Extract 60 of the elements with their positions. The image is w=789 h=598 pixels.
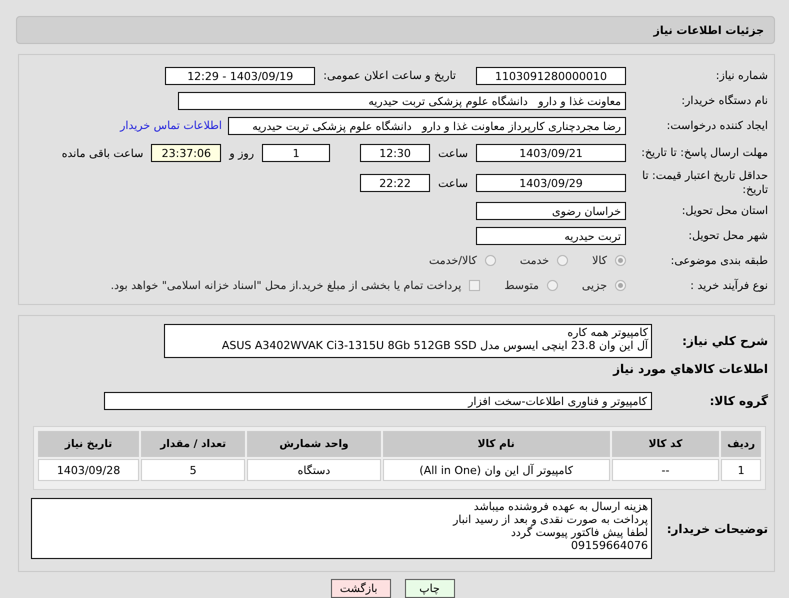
table-cell: 1403/09/28 (38, 459, 140, 481)
field-label: شرح کلي نياز: (681, 334, 769, 348)
radio-button[interactable] (546, 280, 558, 291)
description-field: کامپیوتر همه کاره آل این وان 23.8 اینچی ایسوس مدل ASUS A3402WVAK Ci3-1315U 8Gb 512GB SSD (164, 324, 652, 358)
days-field: 1 (262, 144, 330, 162)
field-label: ایجاد کننده درخواست: (666, 119, 769, 132)
field-label: گروه کالا: (708, 394, 769, 408)
need-number-field: 1103091280000010 (476, 66, 626, 84)
table-cell: دستگاه (247, 459, 381, 481)
checkbox[interactable] (469, 280, 480, 291)
radio-label: خدمت (520, 254, 550, 267)
radio-label: کالا (592, 254, 607, 267)
contact-link[interactable]: اطلاعات تماس خریدار (120, 119, 222, 132)
checkbox-label: پرداخت تمام یا بخشی از مبلغ خرید.از محل "اسناد خزانه اسلامی" خواهد بود. (110, 279, 462, 292)
page-title: جزئیات اطلاعات نیاز (654, 24, 764, 36)
field-label: حداقل تاریخ اعتبار قیمت: تا تاریخ: (641, 169, 769, 197)
time-field: 22:22 (360, 174, 430, 192)
field-label: شماره نیاز: (714, 69, 769, 82)
column-header: تاریخ نیاز (38, 431, 140, 457)
field-label: توضیحات خریدار: (666, 522, 769, 536)
radio-label: کالا/خدمت (429, 254, 477, 267)
table-cell: کامپیوتر آل این وان (All in One) (382, 459, 610, 481)
radio-button[interactable] (557, 255, 568, 266)
radio-label: متوسط (504, 279, 539, 292)
field-label: تاریخ و ساعت اعلان عمومی: (323, 69, 456, 82)
field-label: شهر محل تحویل: (687, 229, 769, 242)
date-field: 1403/09/29 (476, 174, 626, 192)
column-header: نام کالا (382, 431, 610, 457)
column-header: تعداد / مقدار (141, 431, 246, 457)
radio-button[interactable] (615, 280, 626, 291)
field-label: نام دستگاه خریدار: (680, 94, 769, 107)
radio-button[interactable] (615, 255, 626, 266)
table-cell: 1 (721, 459, 761, 481)
goods-group-field: کامپیوتر و فناوری اطلاعات-سخت افزار (104, 392, 652, 410)
field-label: ساعت (438, 176, 468, 190)
back-button[interactable]: بازگشت (330, 579, 390, 598)
buyer-org-field: معاونت غذا و دارو دانشگاه علوم پزشکی تربت حیدریه (178, 92, 626, 110)
field-label: ساعت (438, 146, 468, 160)
province-field: خراسان رضوی (476, 202, 626, 220)
radio-label: جزیی (582, 279, 607, 292)
remaining-time-field: 23:37:06 (151, 144, 222, 162)
column-header: ردیف (721, 431, 761, 457)
field-label: ساعت باقی مانده (62, 146, 144, 160)
field-label: استان محل تحویل: (680, 204, 769, 217)
requester-field: رضا مجردچناری کارپرداز معاونت غذا و دارو دانشگاه علوم پزشکی تربت حیدریه (228, 116, 626, 134)
column-header: واحد شمارش (247, 431, 381, 457)
field-label: مهلت ارسال پاسخ: تا تاریخ: (640, 146, 769, 160)
field-label: نوع فرآیند خرید : (689, 279, 769, 292)
field-label: طبقه بندی موضوعی: (670, 254, 769, 267)
print-button[interactable]: چاپ (404, 579, 454, 598)
date-field: 1403/09/21 (476, 144, 626, 162)
announce-date-field: 1403/09/19 - 12:29 (165, 66, 316, 84)
time-field: 12:30 (360, 144, 430, 162)
table-cell: -- (612, 459, 720, 481)
city-field: تربت حیدریه (476, 226, 626, 244)
section-title: اطلاعات کالاهاي مورد نياز (612, 361, 769, 378)
table-cell: 5 (141, 459, 246, 481)
radio-button[interactable] (484, 255, 496, 266)
field-label: روز و (229, 146, 254, 160)
column-header: کد کالا (612, 431, 720, 457)
